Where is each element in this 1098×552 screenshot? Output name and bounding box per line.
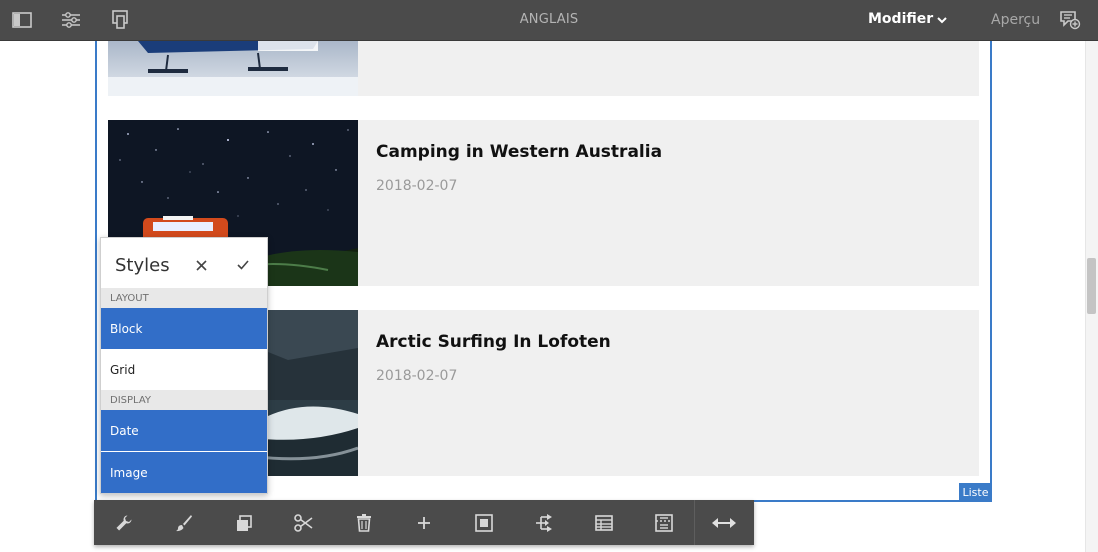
- styles-popover-title: Styles: [115, 255, 170, 276]
- resize-icon[interactable]: [694, 500, 754, 545]
- select-parent-icon[interactable]: [454, 500, 514, 545]
- style-option-image[interactable]: Image: [101, 452, 267, 493]
- preview-button[interactable]: Aperçu: [991, 12, 1040, 28]
- group-icon[interactable]: [514, 500, 574, 545]
- side-panel-icon[interactable]: [10, 9, 34, 31]
- language-text: ANGLAIS: [519, 12, 579, 27]
- styles-group-display: DISPLAY: [101, 390, 267, 410]
- styles-group-layout: LAYOUT: [101, 288, 267, 308]
- check-icon[interactable]: [235, 257, 251, 273]
- component-type-label: Liste: [959, 483, 992, 502]
- emulator-icon[interactable]: [108, 9, 132, 31]
- configure-icon[interactable]: [94, 500, 154, 545]
- page-scrollbar-thumb[interactable]: [1087, 258, 1096, 314]
- mode-selector[interactable]: Modifier: [868, 11, 933, 27]
- language-label: ANGLAIS: [0, 12, 1098, 27]
- style-option-date[interactable]: Date: [101, 410, 267, 451]
- chevron-down-icon[interactable]: [936, 13, 948, 31]
- copy-icon[interactable]: [214, 500, 274, 545]
- close-icon[interactable]: [193, 257, 209, 273]
- page-properties-icon[interactable]: [59, 9, 83, 31]
- styles-popover: Styles LAYOUT Block Grid DISPLAY Date Im…: [100, 237, 268, 494]
- delete-icon[interactable]: [334, 500, 394, 545]
- insert-icon[interactable]: [394, 500, 454, 545]
- annotations-icon[interactable]: [1059, 9, 1081, 36]
- style-option-block[interactable]: Block: [101, 308, 267, 349]
- styles-brush-icon[interactable]: [154, 500, 214, 545]
- component-edit-toolbar: [94, 500, 754, 545]
- style-option-grid[interactable]: Grid: [101, 349, 267, 390]
- cut-icon[interactable]: [274, 500, 334, 545]
- editor-top-bar: ANGLAIS Modifier Aperçu: [0, 0, 1098, 41]
- styles-popover-header: Styles: [101, 238, 267, 288]
- convert-icon[interactable]: [634, 500, 694, 545]
- layout-icon[interactable]: [574, 500, 634, 545]
